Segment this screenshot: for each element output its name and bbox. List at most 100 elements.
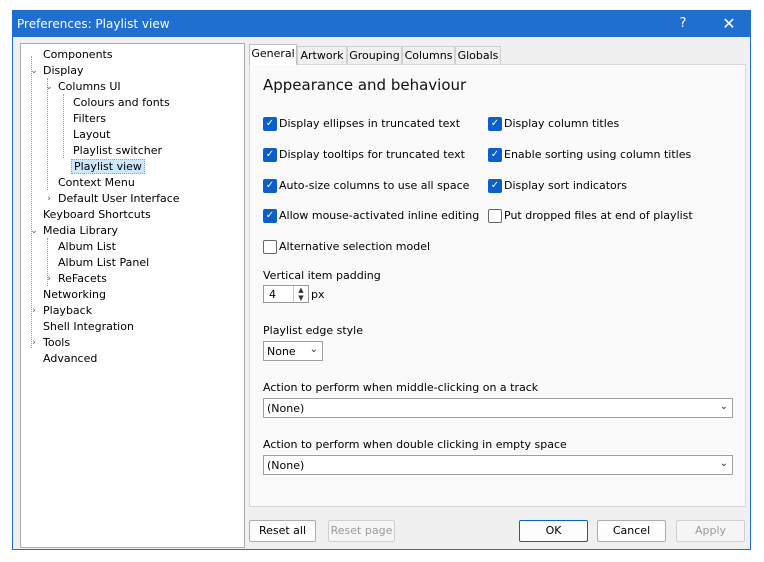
- checkbox-label: Auto-size columns to use all space: [279, 179, 470, 192]
- chevron-down-icon[interactable]: ⌄: [720, 401, 728, 412]
- tree-item-colours-and-fonts[interactable]: Colours and fonts: [71, 95, 172, 111]
- reset-page-button[interactable]: Reset page: [328, 520, 395, 542]
- dropdown-value: (None): [267, 459, 305, 472]
- edge-style-label: Playlist edge style: [263, 324, 363, 337]
- tree-item-label: ReFacets: [58, 272, 107, 285]
- tree-item-label: Playlist view: [71, 159, 145, 174]
- tree-item-label: Context Menu: [58, 176, 135, 189]
- check-icon[interactable]: ✓: [488, 117, 502, 131]
- tree-item-networking[interactable]: Networking: [41, 287, 108, 303]
- tree-item-album-list-panel[interactable]: Album List Panel: [56, 255, 151, 271]
- tree-item-label: Display: [43, 64, 84, 77]
- tree-item-playback[interactable]: › Playback: [32, 303, 94, 319]
- tree-item-label: Layout: [73, 128, 111, 141]
- middle-click-label: Action to perform when middle-clicking o…: [263, 381, 539, 394]
- tree-item-refacets[interactable]: › ReFacets: [47, 271, 109, 287]
- expand-chevron-icon[interactable]: ›: [29, 335, 39, 351]
- checkbox-label: Alternative selection model: [279, 240, 431, 253]
- check-icon[interactable]: ✓: [263, 209, 277, 223]
- dropdown-value: (None): [267, 402, 305, 415]
- chevron-down-icon[interactable]: ⌄: [720, 458, 728, 469]
- checkbox-label: Display sort indicators: [504, 179, 627, 192]
- checkbox-box[interactable]: [488, 209, 502, 223]
- ok-button[interactable]: OK: [519, 520, 588, 542]
- check-icon[interactable]: ✓: [263, 117, 277, 131]
- expand-chevron-icon[interactable]: ⌄: [44, 79, 54, 95]
- tree-item-label: Default User Interface: [58, 192, 180, 205]
- middle-click-dropdown[interactable]: (None) ⌄: [263, 398, 733, 418]
- tree-item-components[interactable]: Components: [41, 47, 115, 63]
- tree-item-shell-integration[interactable]: Shell Integration: [41, 319, 136, 335]
- expand-chevron-icon[interactable]: ›: [44, 191, 54, 207]
- check-icon[interactable]: ✓: [488, 148, 502, 162]
- preferences-tree[interactable]: Components ⌄ Display ⌄ Columns UI Colour…: [20, 43, 245, 548]
- tab-grouping[interactable]: Grouping: [347, 46, 402, 64]
- tree-item-playlist-switcher[interactable]: Playlist switcher: [71, 143, 164, 159]
- help-button[interactable]: ?: [663, 11, 703, 37]
- apply-button[interactable]: Apply: [676, 520, 745, 542]
- tree-guide-columns-ui: [63, 94, 64, 158]
- double-click-dropdown[interactable]: (None) ⌄: [263, 455, 733, 475]
- vertical-padding-spinner[interactable]: 4 ▲ ▼: [263, 285, 309, 303]
- tree-item-label: Playback: [43, 304, 93, 317]
- tree-item-layout[interactable]: Layout: [71, 127, 112, 143]
- tree-item-columns-ui[interactable]: ⌄ Columns UI: [45, 79, 123, 95]
- title-bar[interactable]: Preferences: Playlist view ? ✕: [13, 11, 750, 37]
- tree-item-label: Columns UI: [58, 80, 121, 93]
- tab-globals[interactable]: Globals: [455, 46, 501, 64]
- checkbox-label: Enable sorting using column titles: [504, 148, 692, 161]
- checkbox-label: Allow mouse-activated inline editing: [279, 209, 480, 222]
- padding-unit-label: px: [311, 288, 325, 301]
- tree-item-advanced[interactable]: Advanced: [41, 351, 99, 367]
- arrow-down-icon[interactable]: ▼: [294, 294, 308, 302]
- tree-item-label: Filters: [73, 112, 106, 125]
- tree-item-display[interactable]: ⌄ Display: [30, 63, 86, 79]
- tree-item-label: Playlist switcher: [73, 144, 162, 157]
- tree-item-label: Media Library: [43, 224, 118, 237]
- tab-columns[interactable]: Columns: [402, 46, 455, 64]
- tree-item-keyboard-shortcuts[interactable]: Keyboard Shortcuts: [41, 207, 153, 223]
- cancel-button[interactable]: Cancel: [597, 520, 666, 542]
- expand-chevron-icon[interactable]: ›: [29, 303, 39, 319]
- section-heading: Appearance and behaviour: [263, 76, 467, 94]
- preferences-window: Preferences: Playlist view ? ✕ Component…: [12, 10, 751, 550]
- arrow-up-icon[interactable]: ▲: [294, 286, 308, 294]
- window-title: Preferences: Playlist view: [17, 17, 170, 31]
- checkbox-box[interactable]: [263, 240, 277, 254]
- tree-item-default-user-interface[interactable]: › Default User Interface: [47, 191, 182, 207]
- tree-item-tools[interactable]: › Tools: [32, 335, 72, 351]
- dropdown-value: None: [267, 345, 296, 358]
- check-icon[interactable]: ✓: [263, 148, 277, 162]
- tree-item-label: Album List Panel: [58, 256, 150, 269]
- expand-chevron-icon[interactable]: ›: [44, 271, 54, 287]
- checkbox-label: Display column titles: [504, 117, 620, 130]
- expand-chevron-icon[interactable]: ⌄: [29, 223, 39, 239]
- tree-item-label: Networking: [43, 288, 106, 301]
- spinner-arrows[interactable]: ▲ ▼: [293, 286, 308, 302]
- reset-all-button[interactable]: Reset all: [249, 520, 316, 542]
- tree-item-label: Album List: [58, 240, 116, 253]
- tree-item-label: Keyboard Shortcuts: [43, 208, 151, 221]
- tree-item-filters[interactable]: Filters: [71, 111, 108, 127]
- edge-style-dropdown[interactable]: None ⌄: [263, 341, 323, 361]
- chevron-down-icon[interactable]: ⌄: [310, 344, 318, 355]
- checkbox-label: Put dropped files at end of playlist: [504, 209, 693, 222]
- close-button[interactable]: ✕: [709, 11, 749, 37]
- tree-item-context-menu[interactable]: Context Menu: [56, 175, 137, 191]
- tree-item-label: Shell Integration: [43, 320, 134, 333]
- tab-artwork[interactable]: Artwork: [297, 46, 347, 64]
- tree-item-media-library[interactable]: ⌄ Media Library: [30, 223, 120, 239]
- tree-item-album-list[interactable]: Album List: [56, 239, 118, 255]
- general-tab-panel: Appearance and behaviour ✓ Display ellip…: [249, 64, 746, 507]
- expand-chevron-icon[interactable]: ⌄: [29, 63, 39, 79]
- checkbox-label: Display tooltips for truncated text: [279, 148, 465, 161]
- tab-general[interactable]: General: [249, 44, 297, 65]
- double-click-label: Action to perform when double clicking i…: [263, 438, 567, 451]
- tree-item-label: Advanced: [43, 352, 98, 365]
- vertical-padding-label: Vertical item padding: [263, 269, 381, 282]
- spinner-value[interactable]: 4: [269, 288, 276, 301]
- check-icon[interactable]: ✓: [488, 179, 502, 193]
- check-icon[interactable]: ✓: [263, 179, 277, 193]
- tree-item-playlist-view[interactable]: Playlist view: [71, 159, 145, 175]
- tree-item-label: Colours and fonts: [73, 96, 170, 109]
